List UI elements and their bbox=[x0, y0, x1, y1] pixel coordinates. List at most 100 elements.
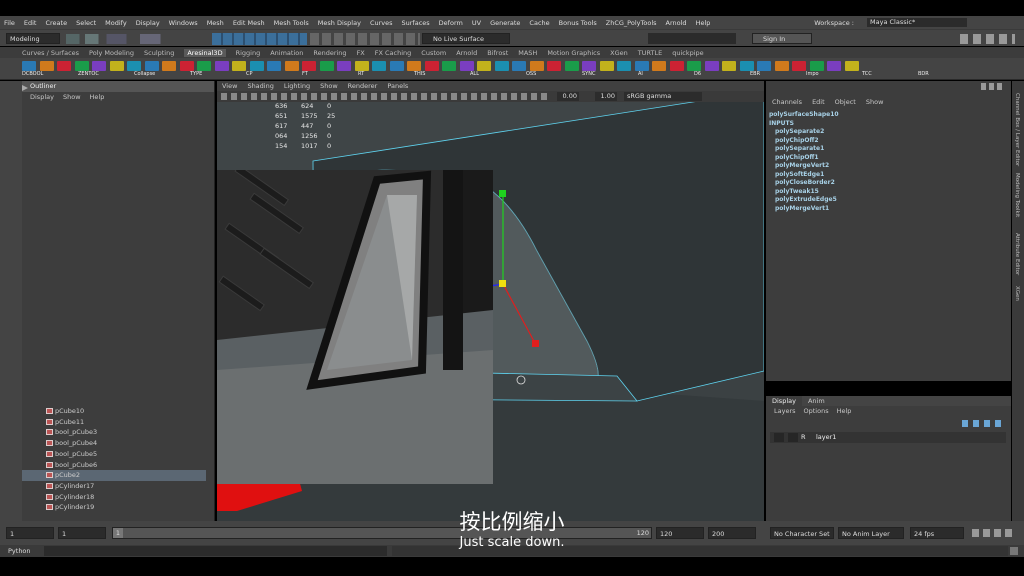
outliner-item[interactable]: pCube11 bbox=[22, 417, 206, 428]
menu-uv[interactable]: UV bbox=[472, 19, 481, 27]
shelf-tool-icon[interactable] bbox=[389, 61, 404, 71]
shelf-tool-icon[interactable] bbox=[162, 61, 176, 71]
shelf-tab-quickpipe[interactable]: quickpipe bbox=[672, 49, 703, 57]
input-node[interactable]: polySoftEdge1 bbox=[766, 171, 1011, 180]
layer-action-icons[interactable] bbox=[962, 420, 1006, 427]
layer-name[interactable]: layer1 bbox=[816, 432, 836, 443]
gizmo-x-handle[interactable] bbox=[532, 340, 539, 347]
side-tab-xgen[interactable]: XGen bbox=[1014, 286, 1020, 301]
layer-type-flag[interactable]: R bbox=[801, 432, 806, 443]
exposure-field[interactable]: 0.00 bbox=[557, 92, 579, 101]
menu-edit[interactable]: Edit bbox=[24, 19, 37, 27]
menu-zhcg-polytools[interactable]: ZhCG_PolyTools bbox=[606, 19, 657, 27]
shelf-tab-turtle[interactable]: TURTLE bbox=[638, 49, 662, 57]
side-tab-channel-box[interactable]: Channel Box / Layer Editor bbox=[1014, 93, 1020, 166]
shelf-tool-icon[interactable] bbox=[424, 61, 439, 71]
viewport-panel[interactable]: View Shading Lighting Show Renderer Pane… bbox=[217, 81, 764, 521]
shelf-tool-icon[interactable] bbox=[512, 61, 526, 71]
shelf-tool-icon[interactable] bbox=[792, 61, 806, 71]
shelf-tab-mash[interactable]: MASH bbox=[518, 49, 537, 57]
layer-menu-options[interactable]: Options bbox=[804, 406, 829, 417]
menu-surfaces[interactable]: Surfaces bbox=[402, 19, 430, 27]
shelf-tool-icon[interactable] bbox=[739, 61, 754, 71]
menu-mesh-display[interactable]: Mesh Display bbox=[318, 19, 361, 27]
shelf-tool-icon[interactable] bbox=[529, 61, 544, 71]
shelf-tool-icon[interactable] bbox=[302, 61, 316, 71]
shelf-tool-icon[interactable] bbox=[127, 61, 141, 71]
vp-menu-panels[interactable]: Panels bbox=[387, 81, 408, 91]
shelf-tab-fx-caching[interactable]: FX Caching bbox=[375, 49, 412, 57]
input-node[interactable]: polyChipOff2 bbox=[766, 137, 1011, 146]
shelf-tab-rendering[interactable]: Rendering bbox=[313, 49, 346, 57]
workspace-dropdown[interactable]: Maya Classic* bbox=[867, 18, 967, 27]
outliner-item[interactable]: pCylinder18 bbox=[22, 492, 206, 503]
mode-dropdown[interactable]: Modeling bbox=[6, 33, 60, 44]
input-node[interactable]: polySeparate2 bbox=[766, 128, 1011, 137]
vp-menu-renderer[interactable]: Renderer bbox=[348, 81, 378, 91]
shelf-tool-icon[interactable] bbox=[582, 61, 596, 71]
outliner-menu-help[interactable]: Help bbox=[90, 92, 105, 102]
menu-display[interactable]: Display bbox=[136, 19, 160, 27]
shelf-tool-icon[interactable] bbox=[284, 61, 299, 71]
shelf-tool-icon[interactable] bbox=[354, 61, 369, 71]
menu-file[interactable]: File bbox=[4, 19, 15, 27]
menu-generate[interactable]: Generate bbox=[490, 19, 520, 27]
input-node[interactable]: polyMergeVert1 bbox=[766, 205, 1011, 214]
menu-bonus-tools[interactable]: Bonus Tools bbox=[559, 19, 597, 27]
menu-select[interactable]: Select bbox=[76, 19, 96, 27]
shelf-tab-animation[interactable]: Animation bbox=[270, 49, 303, 57]
shelf-tool-icon[interactable] bbox=[827, 61, 841, 71]
outliner-item[interactable]: bool_pCube3 bbox=[22, 427, 206, 438]
outliner-item[interactable]: bool_pCube5 bbox=[22, 449, 206, 460]
render-toolbar-icons[interactable] bbox=[310, 33, 420, 45]
shelf-tool-icon[interactable] bbox=[74, 61, 89, 71]
shelf-tab-arnold[interactable]: Arnold bbox=[456, 49, 477, 57]
shelf-tab-xgen[interactable]: XGen bbox=[610, 49, 628, 57]
menu-edit-mesh[interactable]: Edit Mesh bbox=[233, 19, 265, 27]
panel-toggle-icons[interactable] bbox=[960, 34, 1015, 44]
input-node[interactable]: polyExtrudeEdge5 bbox=[766, 196, 1011, 205]
color-space-dropdown[interactable]: sRGB gamma bbox=[624, 92, 702, 101]
shelf-tool-icon[interactable] bbox=[144, 61, 159, 71]
shelf-tool-icon[interactable] bbox=[109, 61, 124, 71]
shelf-tab-curves-surfaces[interactable]: Curves / Surfaces bbox=[22, 49, 79, 57]
shelf-tool-icon[interactable] bbox=[57, 61, 71, 71]
shelf-tool-icon[interactable] bbox=[547, 61, 561, 71]
file-toolbar-icons[interactable] bbox=[66, 34, 201, 44]
shelf-tab-bifrost[interactable]: Bifrost bbox=[487, 49, 508, 57]
input-node[interactable]: polyCloseBorder2 bbox=[766, 179, 1011, 188]
sign-in-button[interactable]: Sign In bbox=[752, 33, 812, 44]
menu-cache[interactable]: Cache bbox=[529, 19, 549, 27]
cb-menu-show[interactable]: Show bbox=[866, 96, 884, 108]
menu-deform[interactable]: Deform bbox=[439, 19, 463, 27]
shelf-tool-icon[interactable] bbox=[722, 61, 736, 71]
viewport-toolbar-icons[interactable] bbox=[221, 93, 551, 100]
shelf-tool-icon[interactable] bbox=[319, 61, 334, 71]
input-node[interactable]: polyTweak15 bbox=[766, 188, 1011, 197]
layer-menu-layers[interactable]: Layers bbox=[774, 406, 796, 417]
outliner-item[interactable]: bool_pCube4 bbox=[22, 438, 206, 449]
input-node[interactable]: polySeparate1 bbox=[766, 145, 1011, 154]
shelf-tool-icon[interactable] bbox=[407, 61, 421, 71]
vp-menu-shading[interactable]: Shading bbox=[247, 81, 273, 91]
shelf-tab-sculpting[interactable]: Sculpting bbox=[144, 49, 174, 57]
channel-box-icons[interactable] bbox=[981, 83, 1003, 90]
gizmo-center-handle[interactable] bbox=[499, 280, 506, 287]
search-field[interactable] bbox=[648, 33, 736, 44]
shelf-tool-icon[interactable] bbox=[197, 61, 211, 71]
layer-playback-toggle[interactable] bbox=[788, 433, 798, 442]
shelf-tool-icon[interactable] bbox=[809, 61, 824, 71]
menu-modify[interactable]: Modify bbox=[105, 19, 127, 27]
menu-create[interactable]: Create bbox=[45, 19, 67, 27]
side-tab-modeling-toolkit[interactable]: Modeling Toolkit bbox=[1014, 173, 1020, 217]
shelf-tool-icon[interactable] bbox=[564, 61, 579, 71]
menu-windows[interactable]: Windows bbox=[169, 19, 198, 27]
input-node[interactable]: polyChipOff1 bbox=[766, 154, 1011, 163]
shelf-tool-icon[interactable] bbox=[687, 61, 701, 71]
shelf-tool-icon[interactable] bbox=[337, 61, 351, 71]
shelf-tool-icon[interactable] bbox=[617, 61, 631, 71]
shelf-tab-motion-graphics[interactable]: Motion Graphics bbox=[547, 49, 600, 57]
shelf-tool-icon[interactable] bbox=[704, 61, 719, 71]
vp-menu-lighting[interactable]: Lighting bbox=[284, 81, 310, 91]
shelf-tool-icon[interactable] bbox=[22, 61, 36, 71]
